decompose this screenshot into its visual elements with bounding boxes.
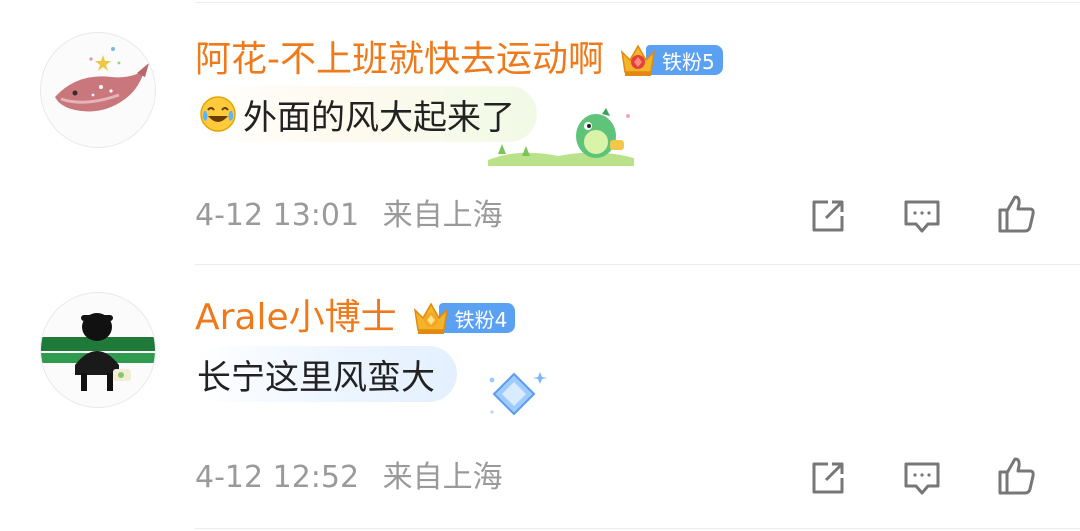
crown-icon <box>411 298 451 338</box>
comment-item: Arale小博士 铁粉4 长宁这里风蛮大 4-12 12:52 来自上海 <box>0 266 1080 528</box>
whale-avatar-image <box>41 33 155 147</box>
username[interactable]: 阿花-不上班就快去运动啊 <box>195 36 604 84</box>
comment-header: Arale小博士 铁粉4 <box>195 294 516 342</box>
person-avatar-image <box>41 293 155 407</box>
timestamp: 4-12 13:01 <box>195 198 360 233</box>
comment-icon[interactable] <box>900 456 944 500</box>
comment-divider <box>195 264 1080 265</box>
location: 来自上海 <box>382 198 503 233</box>
share-icon[interactable] <box>806 194 850 238</box>
comment-text: 长宁这里风蛮大 <box>197 357 435 398</box>
comment-icon[interactable] <box>900 194 944 238</box>
timestamp: 4-12 12:52 <box>195 460 360 495</box>
crown-icon <box>618 40 658 80</box>
laugh-cry-emoji-icon <box>199 95 237 133</box>
thumbs-up-icon[interactable] <box>994 454 1038 498</box>
comment-meta: 4-12 12:52 来自上海 <box>195 458 503 498</box>
username[interactable]: Arale小博士 <box>195 294 397 342</box>
comment-meta: 4-12 13:01 来自上海 <box>195 196 503 236</box>
location: 来自上海 <box>382 460 503 495</box>
comment-header: 阿花-不上班就快去运动啊 铁粉5 <box>195 36 723 84</box>
dinosaur-sticker-icon <box>488 108 634 166</box>
comment-item: 阿花-不上班就快去运动啊 铁粉5 外面的风大起来了 4-12 13:01 来自上… <box>0 4 1080 266</box>
avatar[interactable] <box>40 292 156 408</box>
comment-bubble: 长宁这里风蛮大 <box>195 346 457 402</box>
avatar[interactable] <box>40 32 156 148</box>
thumbs-up-icon[interactable] <box>994 192 1038 236</box>
share-icon[interactable] <box>806 456 850 500</box>
diamond-sticker-icon <box>489 372 547 416</box>
top-divider <box>195 2 1080 3</box>
comment-text: 外面的风大起来了 <box>243 97 515 138</box>
bottom-divider <box>195 528 1080 529</box>
